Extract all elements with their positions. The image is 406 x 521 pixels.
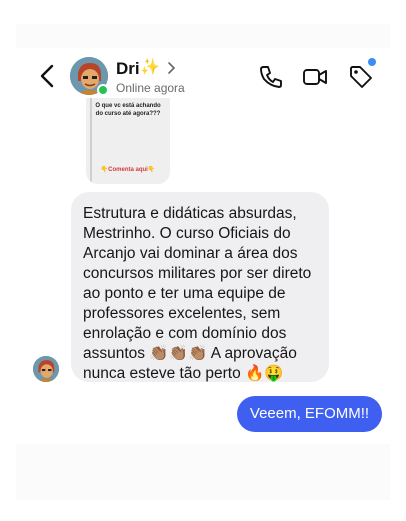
story-cta: 👇Comenta aqui👇 <box>100 167 156 173</box>
online-indicator <box>97 84 109 96</box>
phone-icon[interactable] <box>258 64 284 90</box>
video-camera-icon[interactable] <box>302 64 328 90</box>
sparkle-icon: ✨ <box>140 59 160 76</box>
online-status: Online agora <box>116 81 185 95</box>
composer-area <box>16 444 390 500</box>
chat-header: Dri ✨ Online agora <box>16 48 390 104</box>
outgoing-message[interactable]: Veeem, EFOMM!! <box>237 396 382 432</box>
story-question: O que vc está achando do curso até agora… <box>95 103 161 117</box>
chevron-left-icon[interactable] <box>36 63 60 89</box>
incoming-message[interactable]: Estrutura e didáticas absurdas, Mestrinh… <box>71 192 329 382</box>
chevron-right-icon[interactable] <box>166 60 178 76</box>
avatar[interactable] <box>33 356 59 382</box>
notification-dot <box>368 58 376 66</box>
status-bar-area <box>16 24 390 48</box>
tag-icon[interactable] <box>348 64 374 90</box>
story-reply-preview[interactable]: O que vc está achando do curso até agora… <box>86 98 170 184</box>
contact-name[interactable]: Dri <box>116 59 140 79</box>
